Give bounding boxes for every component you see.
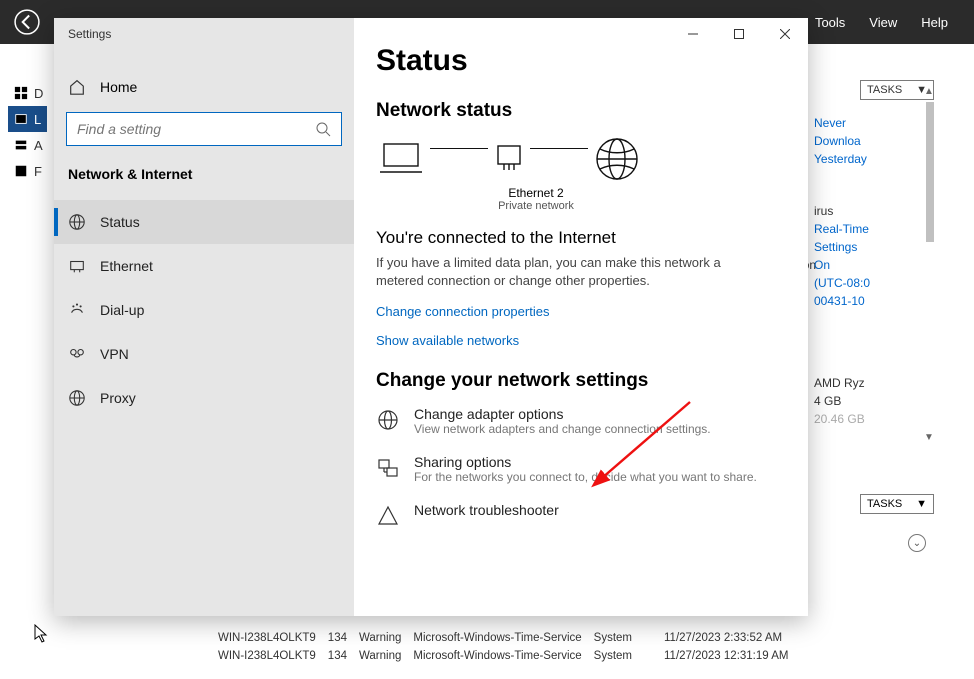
home-label: Home [100,79,137,95]
opt3-title: Network troubleshooter [414,502,559,518]
adapter-type: Private network [476,200,596,212]
network-status-heading: Network status [376,100,778,122]
expand-toggle[interactable]: ⌄ [908,534,926,552]
connected-heading: You're connected to the Internet [376,228,778,248]
nav-ethernet[interactable]: Ethernet [54,244,354,288]
adapter-options-icon [376,408,400,432]
page-heading: Status [376,44,778,78]
adapter-icon [494,138,524,180]
nav-status[interactable]: Status [54,200,354,244]
change-settings-heading: Change your network settings [376,370,778,392]
ethernet-icon [68,257,86,275]
event-row[interactable]: WIN-I238L4OLKT9134WarningMicrosoft-Windo… [218,647,788,665]
opt1-desc: View network adapters and change connect… [414,422,711,436]
category-header: Network & Internet [66,166,342,182]
opt1-title: Change adapter options [414,406,711,422]
link-connection-properties[interactable]: Change connection properties [376,304,778,319]
menu-view[interactable]: View [869,15,897,30]
option-sharing[interactable]: Sharing options For the networks you con… [376,454,778,484]
menu-help[interactable]: Help [921,15,948,30]
pc-icon [378,138,424,180]
window-title: Settings [68,27,111,41]
opt2-desc: For the networks you connect to, decide … [414,470,757,484]
search-input-wrap[interactable] [66,112,342,146]
vpn-icon [68,345,86,363]
nav-dialup[interactable]: Dial-up [54,288,354,332]
dialup-icon [68,301,86,319]
adapter-name: Ethernet 2 [476,186,596,200]
event-row[interactable]: WIN-I238L4OLKT9134WarningMicrosoft-Windo… [218,629,788,647]
menu-tools[interactable]: Tools [815,15,845,30]
settings-window: Settings Home Network & Internet Status … [54,18,808,616]
home-icon [68,78,86,96]
bg-properties-panel: TASKS▼ Never Downloa Yesterday irus Real… [814,80,934,428]
bg-scrollbar[interactable]: ▲ ▼ [922,86,938,443]
tasks-dropdown-2[interactable]: TASKS▼ [860,494,934,514]
home-button[interactable]: Home [66,72,342,112]
search-icon [315,121,331,137]
connected-body: If you have a limited data plan, you can… [376,254,756,290]
nav-proxy[interactable]: Proxy [54,376,354,420]
event-log: WIN-I238L4OLKT9134WarningMicrosoft-Windo… [218,629,788,665]
proxy-icon [68,389,86,407]
settings-sidebar: Home Network & Internet Status Ethernet … [54,18,354,616]
link-show-networks[interactable]: Show available networks [376,333,778,348]
sharing-icon [376,456,400,480]
opt2-title: Sharing options [414,454,757,470]
mouse-cursor [34,624,50,649]
bg-server-nav: D L A F [14,80,47,184]
option-troubleshooter[interactable]: Network troubleshooter [376,502,778,528]
search-input[interactable] [77,121,315,137]
settings-content: Status Network status Ethernet 2 Private… [354,18,808,616]
status-icon [68,213,86,231]
nav-vpn[interactable]: VPN [54,332,354,376]
globe-icon [594,136,640,182]
network-diagram [378,136,778,182]
back-button[interactable] [0,0,54,44]
troubleshoot-icon [376,504,400,528]
option-change-adapter[interactable]: Change adapter options View network adap… [376,406,778,436]
